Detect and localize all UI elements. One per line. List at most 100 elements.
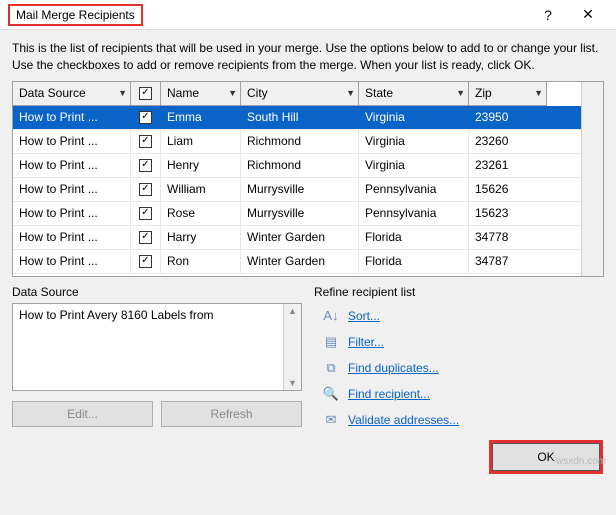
help-button[interactable]: ? <box>528 1 568 29</box>
cell-zip: 15623 <box>469 202 547 225</box>
cell-zip: 15626 <box>469 178 547 201</box>
dropdown-icon[interactable]: ▼ <box>346 88 355 98</box>
row-checkbox[interactable]: ✓ <box>139 255 152 268</box>
cell-city: Winter Garden <box>241 250 359 273</box>
sort-link-row: A↓ Sort... <box>322 303 604 329</box>
col-header-label: Data Source <box>19 86 86 100</box>
row-checkbox[interactable]: ✓ <box>139 111 152 124</box>
close-button[interactable]: ✕ <box>568 1 608 29</box>
cell-name: Henry <box>161 154 241 177</box>
table-row[interactable]: How to Print ...✓HenryRichmondVirginia23… <box>13 154 581 178</box>
cell-checkbox: ✓ <box>131 226 161 249</box>
dropdown-icon[interactable]: ▼ <box>228 88 237 98</box>
cell-checkbox: ✓ <box>131 250 161 273</box>
refine-panel: Refine recipient list A↓ Sort... ▤ Filte… <box>314 285 604 433</box>
cell-checkbox: ✓ <box>131 178 161 201</box>
cell-datasource: How to Print ... <box>13 154 131 177</box>
sort-icon: A↓ <box>322 307 340 325</box>
data-source-panel: Data Source How to Print Avery 8160 Labe… <box>12 285 302 433</box>
row-checkbox[interactable]: ✓ <box>139 207 152 220</box>
filter-icon: ▤ <box>322 333 340 351</box>
duplicates-icon: ⧉ <box>322 359 340 377</box>
find-recipient-link-row: 🔍 Find recipient... <box>322 381 604 407</box>
col-header-label: Name <box>167 86 199 100</box>
cell-state: Pennsylvania <box>359 202 469 225</box>
dropdown-icon[interactable]: ▼ <box>534 88 543 98</box>
col-header-label: City <box>247 86 268 100</box>
table-row[interactable]: How to Print ...✓EmmaSouth HillVirginia2… <box>13 106 581 130</box>
dropdown-icon[interactable]: ▼ <box>118 88 127 98</box>
data-source-label: Data Source <box>12 285 302 299</box>
find-recipient-link[interactable]: Find recipient... <box>348 387 430 401</box>
cell-name: Liam <box>161 130 241 153</box>
col-header-state[interactable]: State ▼ <box>359 82 469 106</box>
refresh-button[interactable]: Refresh <box>161 401 302 427</box>
cell-datasource: How to Print ... <box>13 130 131 153</box>
row-checkbox[interactable]: ✓ <box>139 231 152 244</box>
cell-city: South Hill <box>241 106 359 129</box>
listbox-scrollbar[interactable]: ▲ ▼ <box>283 304 301 390</box>
title-highlight: Mail Merge Recipients <box>8 4 143 26</box>
find-duplicates-link[interactable]: Find duplicates... <box>348 361 439 375</box>
cell-zip: 23261 <box>469 154 547 177</box>
sort-link[interactable]: Sort... <box>348 309 380 323</box>
col-header-checkbox[interactable]: ✓ <box>131 82 161 106</box>
row-checkbox[interactable]: ✓ <box>139 159 152 172</box>
col-header-city[interactable]: City ▼ <box>241 82 359 106</box>
bottom-panels: Data Source How to Print Avery 8160 Labe… <box>0 277 616 433</box>
cell-state: Florida <box>359 250 469 273</box>
dialog-footer: OK <box>0 433 616 485</box>
mail-merge-dialog: Mail Merge Recipients ? ✕ This is the li… <box>0 0 616 515</box>
cell-checkbox: ✓ <box>131 154 161 177</box>
cell-zip: 23950 <box>469 106 547 129</box>
cell-zip: 23260 <box>469 130 547 153</box>
recipients-grid: Data Source ▼ ✓ Name ▼ City ▼ State ▼ <box>12 81 604 277</box>
cell-datasource: How to Print ... <box>13 226 131 249</box>
scroll-down-icon[interactable]: ▼ <box>288 378 297 388</box>
cell-datasource: How to Print ... <box>13 202 131 225</box>
row-checkbox[interactable]: ✓ <box>139 135 152 148</box>
cell-checkbox: ✓ <box>131 202 161 225</box>
dropdown-icon[interactable]: ▼ <box>456 88 465 98</box>
cell-name: Rose <box>161 202 241 225</box>
col-header-label: Zip <box>475 86 492 100</box>
cell-datasource: How to Print ... <box>13 178 131 201</box>
find-recipient-icon: 🔍 <box>322 385 340 403</box>
cell-name: Harry <box>161 226 241 249</box>
cell-name: William <box>161 178 241 201</box>
filter-link-row: ▤ Filter... <box>322 329 604 355</box>
cell-zip: 34787 <box>469 250 547 273</box>
filter-link[interactable]: Filter... <box>348 335 384 349</box>
dialog-description: This is the list of recipients that will… <box>0 30 616 81</box>
cell-datasource: How to Print ... <box>13 106 131 129</box>
scroll-up-icon[interactable]: ▲ <box>288 306 297 316</box>
col-header-label: State <box>365 86 393 100</box>
cell-city: Murrysville <box>241 202 359 225</box>
cell-zip: 34778 <box>469 226 547 249</box>
cell-state: Virginia <box>359 106 469 129</box>
cell-city: Richmond <box>241 130 359 153</box>
table-row[interactable]: How to Print ...✓LiamRichmondVirginia232… <box>13 130 581 154</box>
table-row[interactable]: How to Print ... ✓ RoseMurrysvillePennsylv… <box>13 202 581 226</box>
table-row[interactable]: How to Print ... ✓ RonWinter GardenFlorida… <box>13 250 581 274</box>
cell-checkbox: ✓ <box>131 106 161 129</box>
select-all-checkbox[interactable]: ✓ <box>139 87 152 100</box>
validate-addresses-link[interactable]: Validate addresses... <box>348 413 459 427</box>
col-header-name[interactable]: Name ▼ <box>161 82 241 106</box>
vertical-scrollbar[interactable] <box>581 82 603 276</box>
titlebar: Mail Merge Recipients ? ✕ <box>0 0 616 30</box>
col-header-datasource[interactable]: Data Source ▼ <box>13 82 131 106</box>
col-header-zip[interactable]: Zip ▼ <box>469 82 547 106</box>
dialog-title: Mail Merge Recipients <box>16 8 135 22</box>
validate-icon: ✉ <box>322 411 340 429</box>
table-row[interactable]: How to Print ...✓WilliamMurrysvillePenns… <box>13 178 581 202</box>
cell-name: Ron <box>161 250 241 273</box>
cell-datasource: How to Print ... <box>13 250 131 273</box>
table-row[interactable]: How to Print ...✓HarryWinter GardenFlori… <box>13 226 581 250</box>
data-source-listbox[interactable]: How to Print Avery 8160 Labels from ▲ ▼ <box>12 303 302 391</box>
edit-button[interactable]: Edit... <box>12 401 153 427</box>
data-source-item[interactable]: How to Print Avery 8160 Labels from <box>19 308 214 322</box>
cell-state: Pennsylvania <box>359 178 469 201</box>
validate-link-row: ✉ Validate addresses... <box>322 407 604 433</box>
row-checkbox[interactable]: ✓ <box>139 183 152 196</box>
